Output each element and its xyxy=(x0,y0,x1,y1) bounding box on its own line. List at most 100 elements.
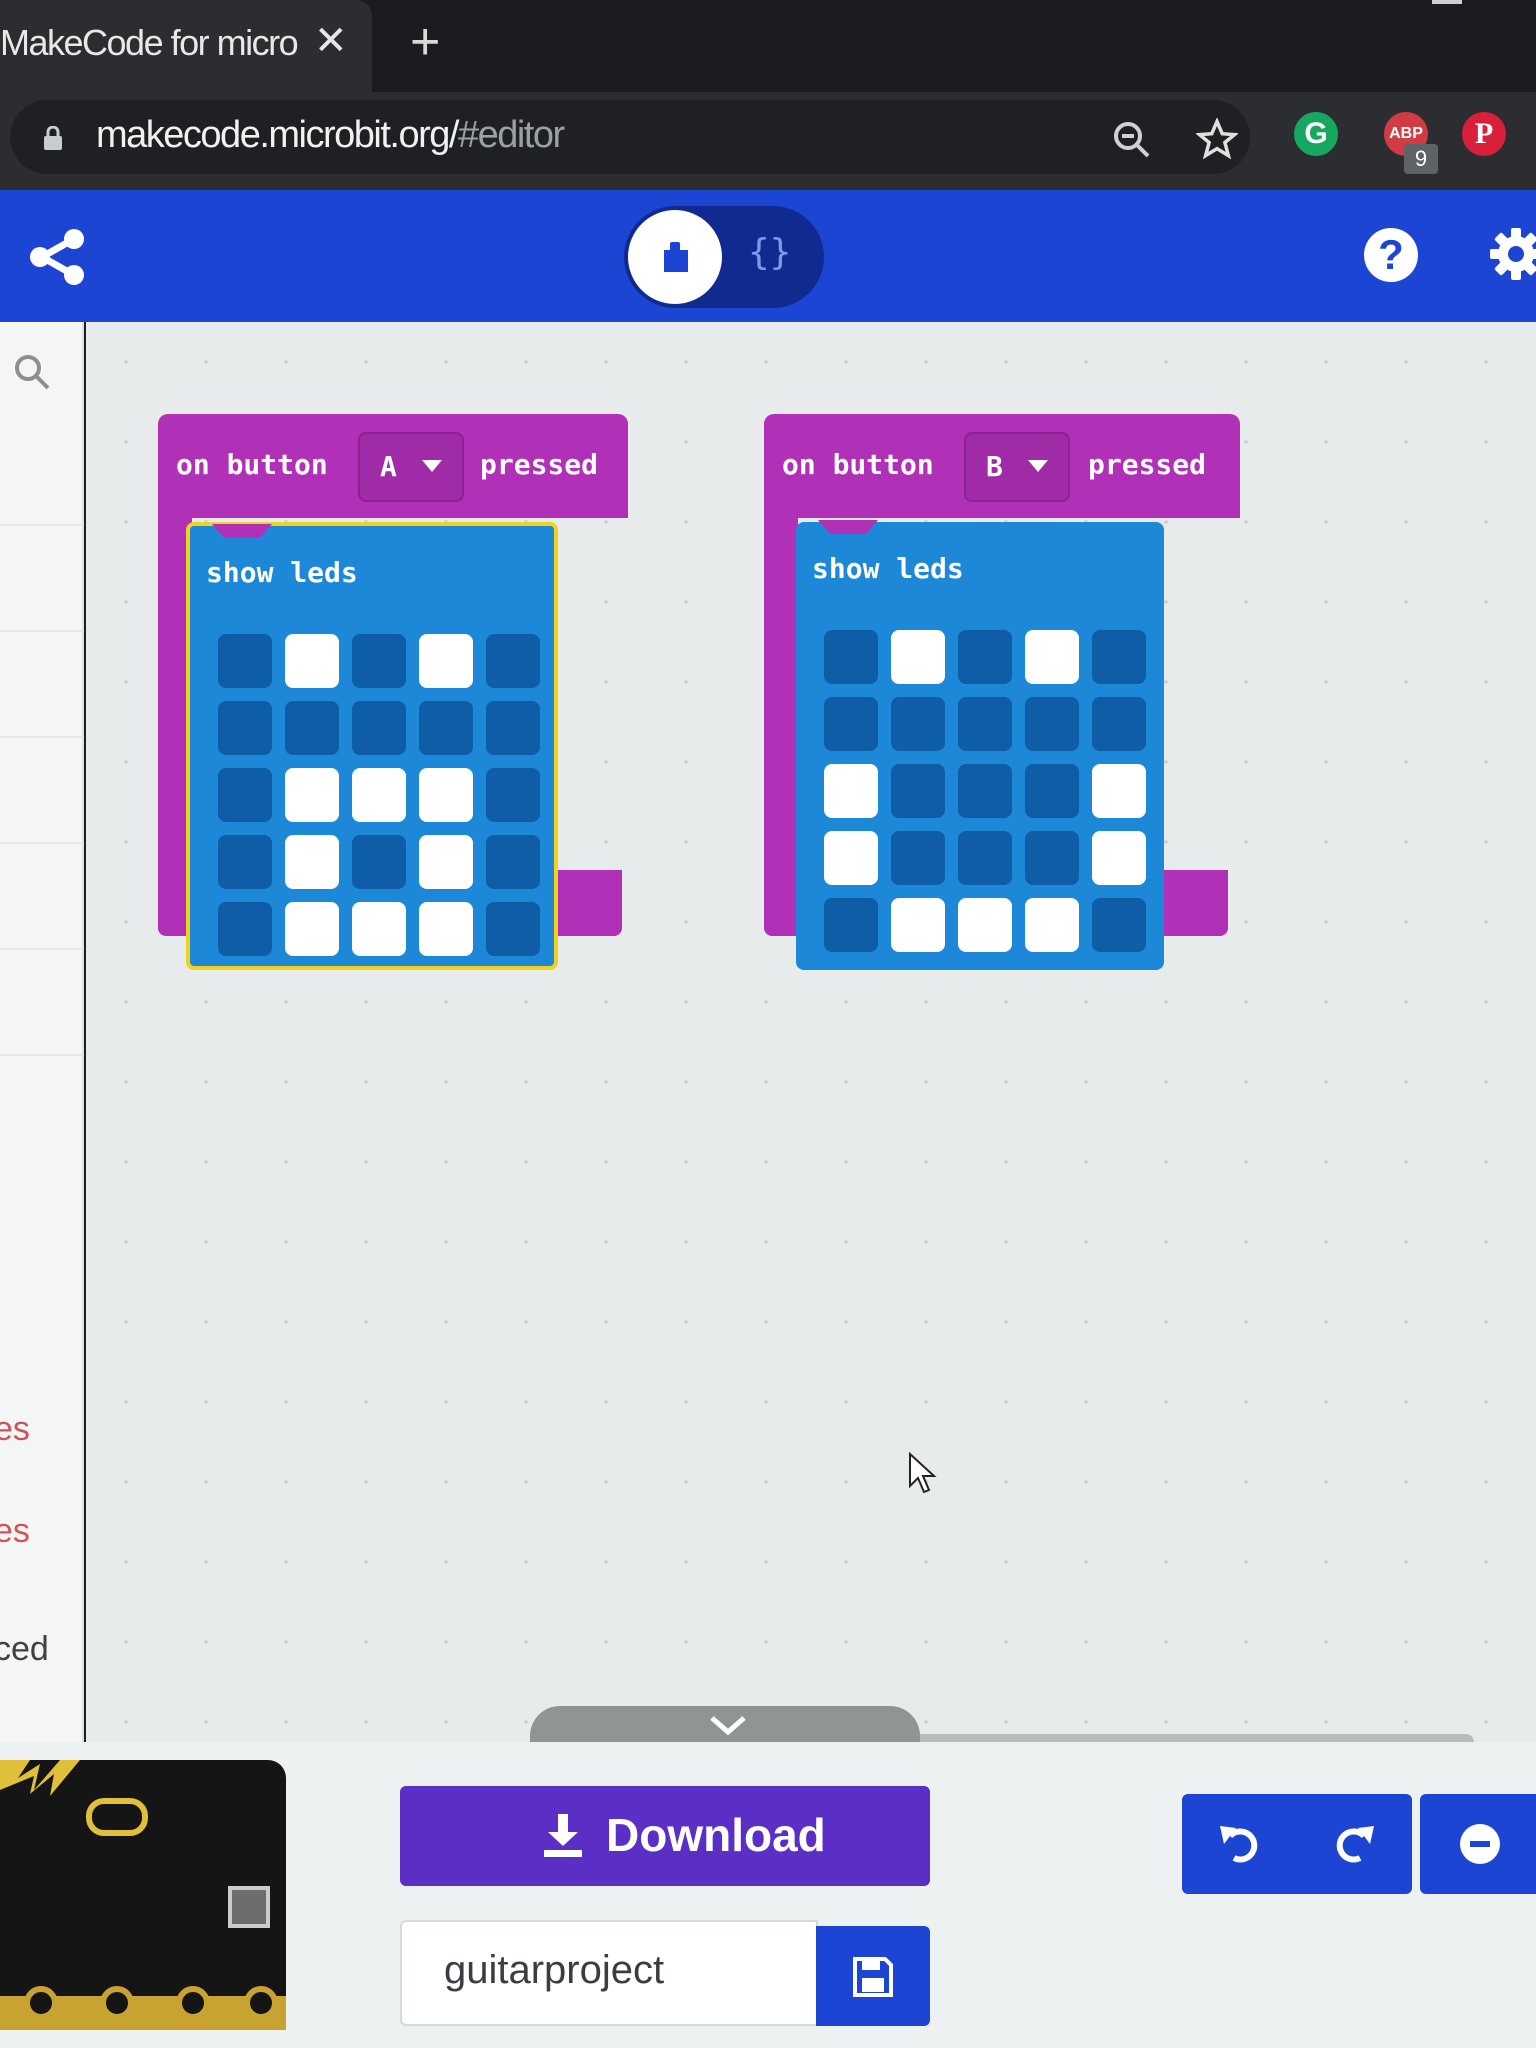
pin-hole[interactable] xyxy=(244,1986,278,2020)
led-off[interactable] xyxy=(218,701,272,755)
redo-icon[interactable] xyxy=(1330,1822,1376,1866)
led-off[interactable] xyxy=(1025,697,1079,751)
button-dropdown[interactable]: B xyxy=(964,432,1070,502)
led-off[interactable] xyxy=(486,768,540,822)
toolbox-category[interactable] xyxy=(0,422,84,526)
collapse-simulator-tab[interactable] xyxy=(530,1706,920,1746)
led-off[interactable] xyxy=(958,630,1012,684)
led-off[interactable] xyxy=(1092,697,1146,751)
button-dropdown[interactable]: A xyxy=(358,432,464,502)
led-off[interactable] xyxy=(824,630,878,684)
toolbox-category-label[interactable]: es xyxy=(0,1410,30,1449)
led-on[interactable] xyxy=(891,630,945,684)
led-on[interactable] xyxy=(958,898,1012,952)
led-off[interactable] xyxy=(958,697,1012,751)
led-off[interactable] xyxy=(824,697,878,751)
led-off[interactable] xyxy=(486,634,540,688)
led-on[interactable] xyxy=(891,898,945,952)
window-minimize-button[interactable] xyxy=(1432,0,1462,4)
led-on[interactable] xyxy=(285,902,339,956)
pinterest-extension-icon[interactable]: P xyxy=(1462,112,1506,156)
grammarly-extension-icon[interactable]: G xyxy=(1294,112,1338,156)
pin-hole[interactable] xyxy=(100,1986,134,2020)
led-off[interactable] xyxy=(285,701,339,755)
led-on[interactable] xyxy=(285,835,339,889)
led-on[interactable] xyxy=(419,768,473,822)
led-off[interactable] xyxy=(352,701,406,755)
undo-icon[interactable] xyxy=(1218,1822,1264,1866)
led-off[interactable] xyxy=(958,831,1012,885)
led-off[interactable] xyxy=(891,831,945,885)
download-button[interactable]: Download xyxy=(400,1786,930,1886)
toolbox-category[interactable] xyxy=(0,528,84,632)
led-off[interactable] xyxy=(486,902,540,956)
led-off[interactable] xyxy=(824,898,878,952)
led-off[interactable] xyxy=(218,902,272,956)
led-off[interactable] xyxy=(891,697,945,751)
zoom-icon[interactable] xyxy=(1112,120,1152,160)
makecode-header: {} ? xyxy=(0,190,1536,322)
led-off[interactable] xyxy=(891,764,945,818)
share-icon[interactable] xyxy=(28,228,86,286)
led-on[interactable] xyxy=(285,768,339,822)
simulator-button-b[interactable] xyxy=(228,1886,270,1928)
save-icon xyxy=(853,1957,893,1997)
led-off[interactable] xyxy=(958,764,1012,818)
url-path: #editor xyxy=(457,114,565,156)
puzzle-piece-icon xyxy=(664,242,688,272)
led-off[interactable] xyxy=(1025,831,1079,885)
led-off[interactable] xyxy=(1092,630,1146,684)
toolbox-category[interactable] xyxy=(0,634,84,738)
led-off[interactable] xyxy=(218,768,272,822)
toolbox-category-advanced-partial[interactable]: es xyxy=(0,952,84,1550)
pin-hole[interactable] xyxy=(176,1986,210,2020)
blocks-toggle-button[interactable] xyxy=(628,210,722,304)
editor-toggle[interactable]: {} xyxy=(624,206,824,308)
led-on[interactable] xyxy=(824,764,878,818)
zoom-out-button[interactable] xyxy=(1420,1794,1536,1894)
event-block-header[interactable]: on button B pressed xyxy=(764,414,1240,518)
bookmark-star-icon[interactable] xyxy=(1196,118,1238,160)
led-on[interactable] xyxy=(352,768,406,822)
block-notch xyxy=(212,524,272,538)
pin-hole[interactable] xyxy=(24,1986,58,2020)
led-off[interactable] xyxy=(419,701,473,755)
javascript-toggle-button[interactable]: {} xyxy=(748,232,791,273)
project-name-input[interactable]: guitarproject xyxy=(400,1920,818,2026)
led-on[interactable] xyxy=(824,831,878,885)
toolbox-category[interactable] xyxy=(0,740,84,844)
led-on[interactable] xyxy=(419,835,473,889)
search-icon[interactable] xyxy=(12,352,52,392)
show-leds-block[interactable]: show leds xyxy=(186,522,558,970)
led-on[interactable] xyxy=(419,902,473,956)
led-on[interactable] xyxy=(1092,831,1146,885)
led-off[interactable] xyxy=(218,634,272,688)
save-button[interactable] xyxy=(816,1926,930,2026)
new-tab-button[interactable]: + xyxy=(410,12,440,72)
toolbox-category[interactable] xyxy=(0,846,84,950)
microbit-simulator[interactable] xyxy=(0,1760,286,2030)
led-on[interactable] xyxy=(1092,764,1146,818)
led-on[interactable] xyxy=(1025,630,1079,684)
led-off[interactable] xyxy=(352,835,406,889)
led-off[interactable] xyxy=(486,835,540,889)
led-off[interactable] xyxy=(486,701,540,755)
led-on[interactable] xyxy=(1025,898,1079,952)
browser-tabstrip: MakeCode for micro:bit ✕ + xyxy=(0,0,1536,92)
tab-close-icon[interactable]: ✕ xyxy=(314,18,348,64)
led-off[interactable] xyxy=(1025,764,1079,818)
led-on[interactable] xyxy=(285,634,339,688)
led-off[interactable] xyxy=(1092,898,1146,952)
toolbox-advanced-label[interactable]: ced xyxy=(0,1630,49,1669)
led-on[interactable] xyxy=(419,634,473,688)
address-bar[interactable]: makecode.microbit.org/#editor xyxy=(10,100,1250,174)
led-off[interactable] xyxy=(218,835,272,889)
blocks-workspace[interactable]: on button A pressed show leds on button … xyxy=(86,322,1536,1742)
gear-icon[interactable] xyxy=(1486,224,1536,284)
led-on[interactable] xyxy=(352,902,406,956)
led-off[interactable] xyxy=(352,634,406,688)
show-leds-block[interactable]: show leds xyxy=(796,520,1164,970)
browser-tab[interactable]: MakeCode for micro:bit ✕ xyxy=(0,0,372,92)
event-block-header[interactable]: on button A pressed xyxy=(158,414,628,518)
help-icon[interactable]: ? xyxy=(1364,228,1418,282)
